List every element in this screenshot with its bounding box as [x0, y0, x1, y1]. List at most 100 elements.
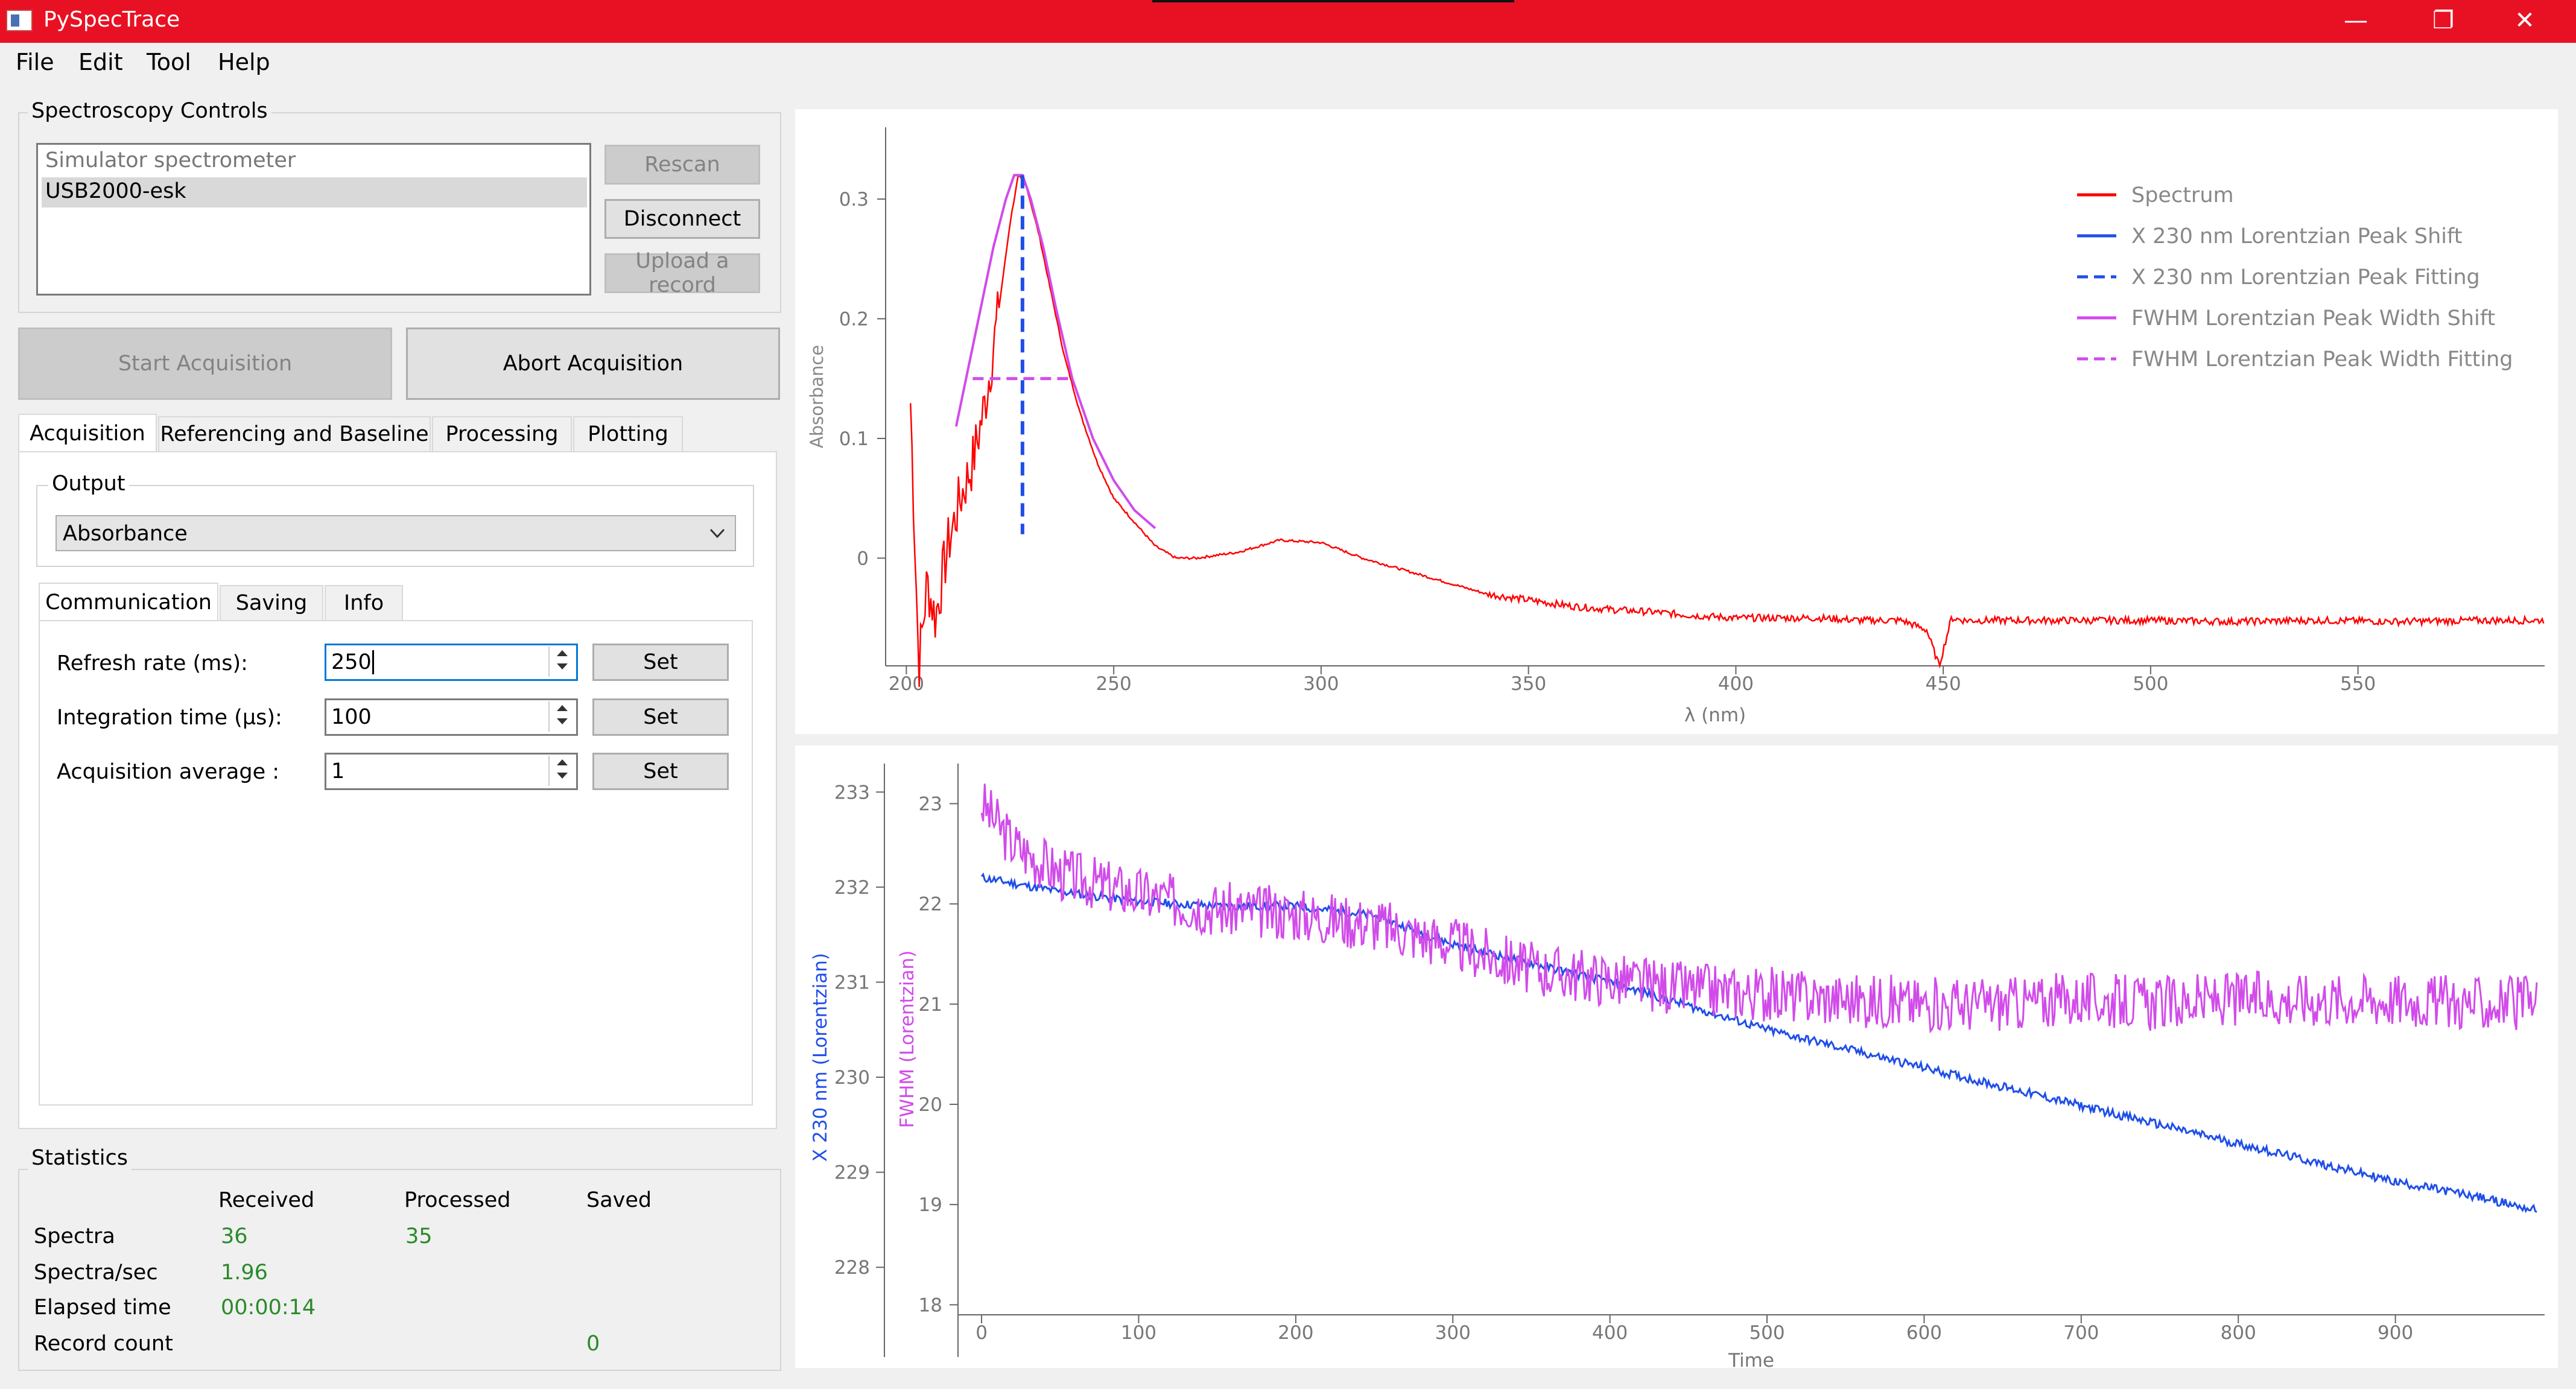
- spin-arrows-icon[interactable]: [548, 647, 574, 677]
- statistics-title: Statistics: [28, 1146, 132, 1170]
- stat-elapsed-time: 00:00:14: [221, 1296, 316, 1320]
- stat-header-saved: Saved: [586, 1188, 652, 1212]
- right-y-tick-label: 20: [919, 1094, 942, 1116]
- spectrum-plot[interactable]: 200 250 300 350 400 450 500 550 0 0.1 0.2 0.3 λ (nm)…: [795, 109, 2558, 734]
- left-y-tick-label: 232: [834, 877, 870, 899]
- left-y-tick-label: 231: [834, 972, 870, 993]
- tab-saving[interactable]: Saving: [220, 585, 323, 621]
- tab-acquisition[interactable]: Acquisition: [18, 414, 157, 452]
- stat-header-received: Received: [218, 1188, 315, 1212]
- x-tick-label: 300: [1435, 1322, 1471, 1344]
- stat-header-processed: Processed: [404, 1188, 511, 1212]
- abort-acquisition-button[interactable]: Abort Acquisition: [406, 327, 780, 400]
- chevron-down-icon: [709, 528, 725, 539]
- minimize-icon[interactable]: —: [2317, 0, 2395, 43]
- tab-referencing-baseline[interactable]: Referencing and Baseline: [158, 416, 431, 452]
- x-tick-label: 350: [1511, 673, 1546, 695]
- rescan-button[interactable]: Rescan: [604, 145, 760, 185]
- x-tick-label: 500: [1749, 1322, 1784, 1344]
- x-axis-label: λ (nm): [1684, 704, 1746, 726]
- spin-arrows-icon[interactable]: [548, 756, 574, 786]
- y-tick-label: 0.3: [839, 189, 869, 210]
- right-y-tick-label: 22: [919, 894, 942, 916]
- x-tick-label: 400: [1718, 673, 1754, 695]
- x-axis-label: Time: [1728, 1350, 1774, 1368]
- y-tick-label: 0.1: [839, 428, 869, 450]
- y-tick-label: 0.2: [839, 309, 869, 331]
- spectroscopy-controls-title: Spectroscopy Controls: [28, 99, 271, 123]
- legend-label: X 230 nm Lorentzian Peak Shift: [2131, 224, 2462, 248]
- tab-info[interactable]: Info: [325, 585, 403, 621]
- left-y-tick-label: 230: [834, 1067, 870, 1089]
- acquisition-average-label: Acquisition average :: [57, 760, 280, 784]
- right-y-axis-label: FWHM (Lorentzian): [896, 951, 918, 1128]
- fwhm-series-line: [980, 783, 2538, 1034]
- tab-processing[interactable]: Processing: [432, 416, 572, 452]
- stat-label-spectra: Spectra: [34, 1224, 115, 1248]
- x-tick-label: 550: [2340, 673, 2376, 695]
- restore-icon[interactable]: ❐: [2404, 0, 2482, 43]
- stat-label-spectra-per-sec: Spectra/sec: [34, 1261, 158, 1285]
- close-icon[interactable]: ✕: [2486, 0, 2564, 43]
- right-y-tick-label: 19: [919, 1194, 942, 1216]
- stat-spectra-processed: 35: [405, 1224, 433, 1248]
- menu-tool[interactable]: Tool: [147, 49, 191, 75]
- x-tick-label: 700: [2063, 1322, 2099, 1344]
- legend-label: X 230 nm Lorentzian Peak Fitting: [2131, 265, 2480, 290]
- tab-plotting[interactable]: Plotting: [573, 416, 683, 452]
- title-bar-decoration: [1152, 0, 1514, 2]
- legend-label: Spectrum: [2131, 183, 2234, 207]
- peak-shift-series-line: [980, 872, 2537, 1213]
- right-y-tick-label: 23: [919, 793, 942, 815]
- acquisition-average-value: 1: [331, 759, 345, 783]
- device-list[interactable]: Simulator spectrometer USB2000-esk: [36, 143, 591, 296]
- integration-time-input[interactable]: 100: [325, 698, 578, 736]
- right-y-tick-label: 21: [919, 994, 942, 1016]
- stat-label-elapsed: Elapsed time: [34, 1296, 171, 1320]
- set-refresh-button[interactable]: Set: [592, 644, 729, 681]
- set-integration-button[interactable]: Set: [592, 698, 729, 736]
- x-tick-label: 600: [1906, 1322, 1942, 1344]
- x-tick-label: 300: [1303, 673, 1339, 695]
- refresh-rate-value: 250: [331, 650, 372, 674]
- x-tick-label: 100: [1121, 1322, 1156, 1344]
- integration-time-label: Integration time (µs):: [57, 706, 282, 730]
- disconnect-button[interactable]: Disconnect: [604, 199, 760, 239]
- menu-file[interactable]: File: [16, 49, 54, 75]
- stat-spectra-received: 36: [221, 1224, 248, 1248]
- fwhm-shift-line: [954, 174, 1156, 530]
- x-tick-label: 400: [1592, 1322, 1628, 1344]
- spectrum-line: [910, 174, 2545, 687]
- device-item-simulator[interactable]: Simulator spectrometer: [45, 148, 296, 172]
- refresh-rate-input[interactable]: 250: [325, 644, 578, 681]
- start-acquisition-button[interactable]: Start Acquisition: [18, 327, 392, 400]
- legend-label: FWHM Lorentzian Peak Width Shift: [2131, 306, 2495, 331]
- integration-time-value: 100: [331, 705, 372, 729]
- device-item-usb2000[interactable]: USB2000-esk: [45, 179, 186, 203]
- menu-edit[interactable]: Edit: [78, 49, 123, 75]
- spectrum-plot-svg: 200 250 300 350 400 450 500 55000.10.20.3λ (nm)…: [807, 127, 2545, 726]
- output-select[interactable]: Absorbance: [56, 515, 736, 551]
- timeseries-plot[interactable]: 0 100 200 300 400 500 600 700 800 900 228 229 230 231…: [795, 745, 2558, 1372]
- upload-record-button[interactable]: Upload a record: [604, 249, 760, 297]
- menu-help[interactable]: Help: [218, 49, 270, 75]
- set-average-button[interactable]: Set: [592, 753, 729, 790]
- spin-arrows-icon[interactable]: [548, 701, 574, 732]
- stat-record-count: 0: [586, 1332, 600, 1356]
- x-tick-label: 200: [1278, 1322, 1313, 1344]
- tab-communication[interactable]: Communication: [39, 583, 218, 621]
- stat-spectra-per-sec: 1.96: [221, 1261, 268, 1285]
- x-tick-label: 900: [2378, 1322, 2413, 1344]
- communication-pane: [39, 620, 753, 1106]
- refresh-rate-label: Refresh rate (ms):: [57, 651, 248, 676]
- y-tick-label: 0: [857, 548, 869, 569]
- menu-bar: File Edit Tool Help: [0, 43, 2576, 83]
- title-bar: PySpecTrace — ❐ ✕: [0, 0, 2576, 43]
- acquisition-average-input[interactable]: 1: [325, 753, 578, 790]
- legend-label: FWHM Lorentzian Peak Width Fitting: [2131, 347, 2513, 372]
- output-title: Output: [48, 472, 129, 496]
- left-y-tick-label: 229: [834, 1162, 870, 1184]
- output-select-value: Absorbance: [63, 522, 188, 546]
- right-y-tick-label: 18: [919, 1294, 942, 1316]
- left-y-axis-label: X 230 nm (Lorentzian): [810, 953, 831, 1162]
